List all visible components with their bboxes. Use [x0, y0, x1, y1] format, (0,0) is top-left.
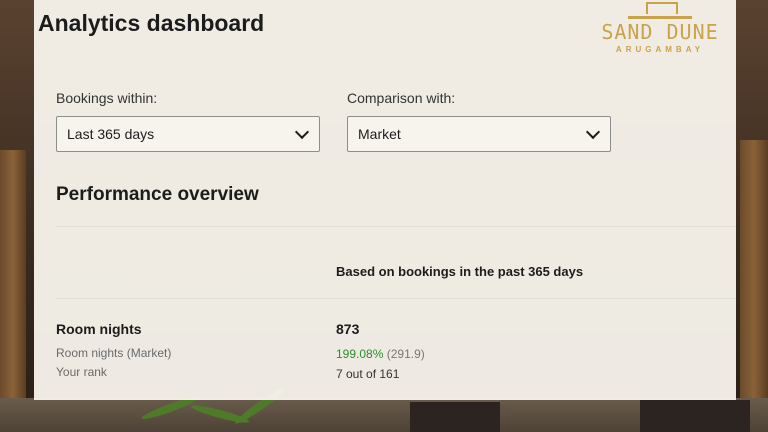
metric-label: Room nights — [56, 321, 142, 337]
hut-icon — [628, 2, 692, 19]
page-title: Analytics dashboard — [38, 10, 265, 36]
chevron-down-icon — [585, 124, 601, 140]
comparison-with-label: Comparison with: — [347, 90, 456, 106]
market-percent: 199.08% — [336, 347, 384, 361]
bookings-within-label: Bookings within: — [56, 90, 158, 106]
divider — [56, 298, 736, 299]
logo-name: SAND DUNE — [601, 20, 719, 44]
column-header: Based on bookings in the past 365 days — [336, 264, 584, 279]
bookings-within-value: Last 365 days — [67, 126, 155, 142]
section-title: Performance overview — [56, 184, 259, 205]
dashboard-panel: Analytics dashboard SAND DUNE ARUGAMBAY … — [34, 0, 736, 400]
logo-subtitle: ARUGAMBAY — [615, 45, 705, 54]
market-label: Room nights (Market) — [56, 346, 172, 360]
rank-label: Your rank — [56, 365, 107, 379]
market-value: (291.9) — [386, 347, 425, 361]
market-comparison: 199.08% (291.9) — [336, 347, 425, 361]
bookings-within-select[interactable]: Last 365 days — [56, 116, 320, 152]
chevron-down-icon — [294, 124, 310, 140]
comparison-with-value: Market — [358, 126, 401, 142]
comparison-with-select[interactable]: Market — [347, 116, 611, 152]
rank-value: 7 out of 161 — [336, 367, 400, 381]
metric-value: 873 — [336, 321, 360, 337]
brand-logo: SAND DUNE ARUGAMBAY — [600, 0, 720, 62]
divider — [56, 226, 736, 227]
